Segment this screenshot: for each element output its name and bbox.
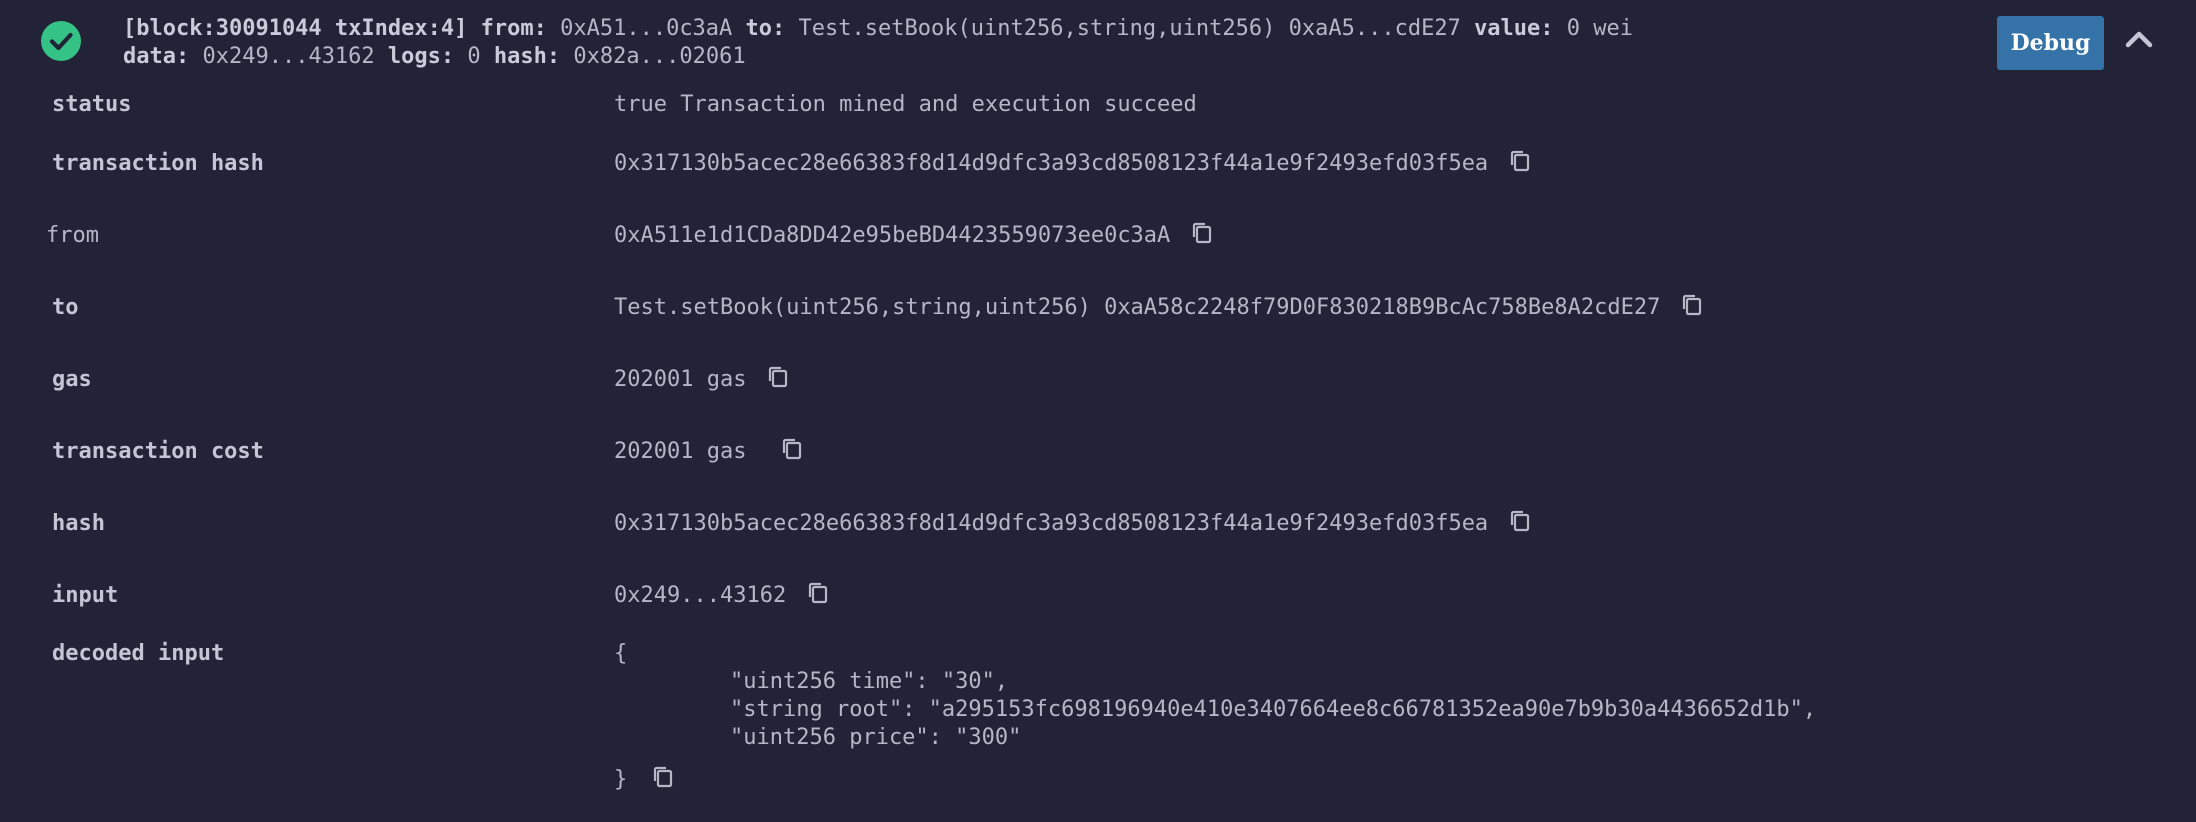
transaction-cost-label: transaction cost <box>52 439 264 464</box>
from-row-value: 0xA511e1d1CDa8DD42e95beBD4423559073ee0c3… <box>614 222 1214 250</box>
hash-value: 0x82a...02061 <box>573 44 746 69</box>
copy-icon[interactable] <box>1508 148 1532 174</box>
gas-value: 202001 gas <box>614 366 790 394</box>
copy-icon[interactable] <box>1190 220 1214 246</box>
decoded-input-line: "uint256 price": "300" <box>730 725 1022 750</box>
transaction-cost-value: 202001 gas <box>614 438 804 466</box>
hash-row-value: 0x317130b5acec28e66383f8d14d9dfc3a93cd85… <box>614 510 1532 538</box>
transaction-hash-value: 0x317130b5acec28e66383f8d14d9dfc3a93cd85… <box>614 150 1532 178</box>
copy-icon[interactable] <box>1680 292 1704 318</box>
hash-label: hash: <box>493 44 561 69</box>
logs-label: logs: <box>387 44 455 69</box>
from-label: from: <box>480 16 547 41</box>
copy-icon[interactable] <box>651 764 675 790</box>
from-row-label: from <box>46 223 99 248</box>
to-label: to: <box>745 16 786 41</box>
block-info: [block:30091044 txIndex:4] <box>123 16 468 41</box>
copy-icon[interactable] <box>806 580 830 606</box>
decoded-input-close-brace: } <box>614 766 675 794</box>
debug-button[interactable]: Debug <box>1997 16 2104 70</box>
copy-icon[interactable] <box>766 364 790 390</box>
transaction-summary-line-2: data: 0x249...43162 logs: 0 hash: 0x82a.… <box>123 43 746 71</box>
data-label: data: <box>123 44 190 69</box>
status-value: true Transaction mined and execution suc… <box>614 92 1197 117</box>
check-circle-icon <box>41 21 81 61</box>
value-value: 0 wei <box>1566 16 1634 41</box>
decoded-input-label: decoded input <box>52 641 225 666</box>
logs-value: 0 <box>467 44 481 69</box>
chevron-up-icon[interactable] <box>2122 26 2156 52</box>
input-value: 0x249...43162 <box>614 582 830 610</box>
input-label: input <box>52 583 119 608</box>
gas-label: gas <box>52 367 92 392</box>
decoded-input-line: "string root": "a295153fc698196940e410e3… <box>730 697 1817 722</box>
status-label: status <box>52 92 132 117</box>
to-row-label: to <box>52 295 79 320</box>
transaction-summary-line-1: [block:30091044 txIndex:4] from: 0xA51..… <box>123 15 1633 43</box>
decoded-input-line: "uint256 time": "30", <box>730 669 1009 694</box>
decoded-input-open-brace: { <box>614 641 628 666</box>
hash-row-label: hash <box>52 511 105 536</box>
data-value: 0x249...43162 <box>202 44 375 69</box>
from-value: 0xA51...0c3aA <box>560 16 733 41</box>
copy-icon[interactable] <box>1508 508 1532 534</box>
copy-icon[interactable] <box>780 436 804 462</box>
to-value: Test.setBook(uint256,string,uint256) 0xa… <box>798 16 1461 41</box>
to-row-value: Test.setBook(uint256,string,uint256) 0xa… <box>614 294 1704 322</box>
transaction-hash-label: transaction hash <box>52 151 264 176</box>
value-label: value: <box>1474 16 1554 41</box>
